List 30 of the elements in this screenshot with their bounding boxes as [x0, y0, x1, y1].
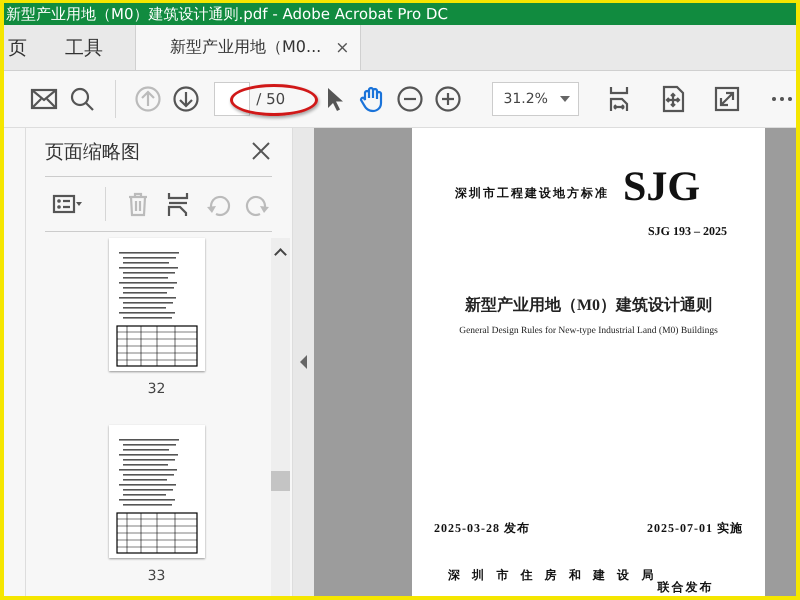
standard-code: SJG 193 – 2025 [648, 224, 727, 239]
collapse-arrow-icon[interactable] [300, 355, 307, 369]
down-arrow-icon[interactable] [172, 84, 200, 114]
document-subtitle: General Design Rules for New-type Industrial Land (M0) Buildings [458, 326, 719, 336]
scroll-thumb[interactable] [271, 471, 290, 491]
release-date: 2025-03-28 发布 [434, 520, 530, 537]
window-title: 新型产业用地（M0）建筑设计通则.pdf - Adobe Acrobat Pro DC [5, 4, 448, 24]
zoom-out-icon[interactable] [396, 84, 424, 114]
page-number: 32 [148, 381, 166, 397]
page-number-field[interactable] [214, 82, 250, 116]
close-icon[interactable]: × [335, 38, 350, 58]
zoom-dropdown[interactable]: 31.2% [492, 82, 579, 116]
caret-icon [560, 96, 570, 102]
page-number: 33 [148, 568, 166, 584]
tab[interactable]: 工具 [43, 25, 123, 70]
page-total: / 50 [256, 90, 286, 108]
tab[interactable]: 新型产业用地（M0... × [135, 25, 360, 70]
effective-date: 2025-07-01 实施 [647, 520, 743, 537]
page-thumbnail[interactable] [108, 238, 204, 371]
standard-type: 深圳市工程建设地方标准 [455, 185, 609, 202]
expand-icon[interactable] [713, 84, 742, 114]
page-thumbnail[interactable] [108, 425, 204, 558]
joint-release: 联合发布 [657, 579, 714, 596]
tab[interactable]: 页 [4, 25, 43, 70]
scrollbar[interactable] [271, 238, 290, 596]
standard-logo: SJG [623, 166, 700, 208]
publisher: 深 圳 市 住 房 和 建 设 局 [448, 567, 654, 584]
document-title: 新型产业用地（M0）建筑设计通则 [464, 295, 714, 316]
panel-title: 页面缩略图 [45, 140, 140, 165]
zoom-in-icon[interactable] [434, 84, 462, 114]
